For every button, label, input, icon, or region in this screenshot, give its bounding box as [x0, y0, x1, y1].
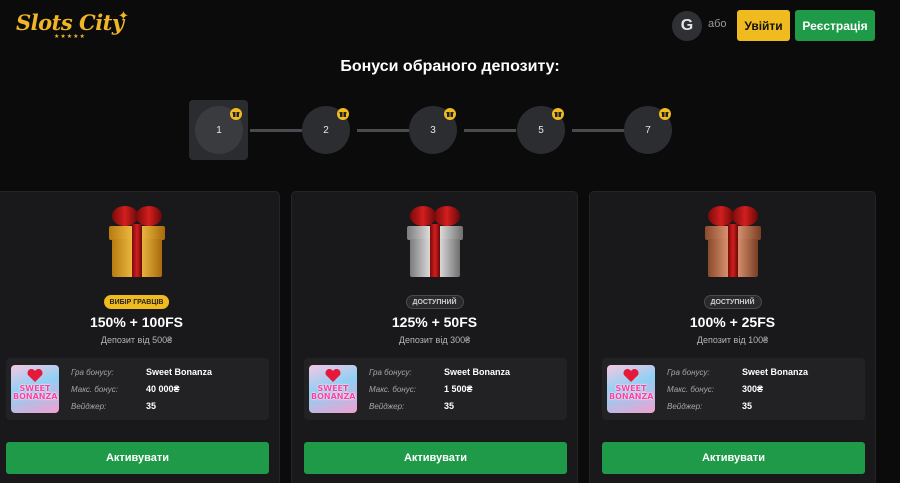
- wager-label: Вейджер:: [667, 402, 703, 411]
- bonus-offer: 100% + 25FS: [689, 314, 776, 330]
- logo-sparkle-icon: ✦: [118, 8, 129, 23]
- wager-label: Вейджер:: [369, 402, 405, 411]
- google-icon: G: [680, 17, 694, 34]
- min-deposit: Депозит від 300₴: [398, 335, 471, 345]
- step-connector: [250, 129, 302, 132]
- game-thumbnail[interactable]: SWEET BONANZA: [309, 365, 357, 413]
- min-deposit: Депозит від 500₴: [100, 335, 173, 345]
- google-login-button[interactable]: G: [672, 11, 702, 41]
- or-text: або: [708, 18, 727, 30]
- login-button[interactable]: Увійти: [737, 10, 790, 41]
- game-value: Sweet Bonanza: [742, 367, 809, 377]
- wager-label: Вейджер:: [71, 402, 107, 411]
- activate-button[interactable]: Активувати: [602, 442, 865, 474]
- step-label: 7: [645, 124, 651, 136]
- gift-badge-icon: [659, 108, 671, 120]
- silver-gift-icon: [406, 206, 463, 277]
- max-bonus-value: 300₴: [742, 384, 764, 394]
- min-deposit: Депозит від 100₴: [696, 335, 769, 345]
- step-connector: [357, 129, 409, 132]
- activate-button[interactable]: Активувати: [6, 442, 269, 474]
- game-thumbnail[interactable]: SWEET BONANZA: [11, 365, 59, 413]
- section-title: Бонуси обраного депозиту:: [340, 58, 560, 75]
- candy-heart-icon: [623, 369, 639, 382]
- bronze-gift-icon: [704, 206, 761, 277]
- game-thumbnail-title: SWEET BONANZA: [13, 384, 58, 401]
- deposit-steps: 1 2 3 5 7: [0, 100, 900, 162]
- status-badge: Доступний: [405, 295, 464, 309]
- activate-button[interactable]: Активувати: [304, 442, 567, 474]
- step-label: 2: [323, 124, 329, 136]
- step-label: 1: [216, 124, 222, 136]
- status-badge: Вибір гравців: [103, 295, 170, 309]
- game-label: Гра бонусу:: [667, 368, 710, 377]
- status-badge: Доступний: [703, 295, 762, 309]
- gift-badge-icon: [444, 108, 456, 120]
- game-thumbnail-title: SWEET BONANZA: [609, 384, 654, 401]
- header: Slots City ★★★★★ ✦ G або Увійти Реєстрац…: [0, 0, 900, 52]
- bonus-details: SWEET BONANZA Гра бонусу: Sweet Bonanza …: [304, 358, 567, 420]
- register-button[interactable]: Реєстрація: [795, 10, 875, 41]
- game-label: Гра бонусу:: [369, 368, 412, 377]
- wager-value: 35: [146, 401, 157, 411]
- gift-badge-icon: [337, 108, 349, 120]
- game-thumbnail-title: SWEET BONANZA: [311, 384, 356, 401]
- game-value: Sweet Bonanza: [146, 367, 213, 377]
- bonus-offer: 125% + 50FS: [391, 314, 478, 330]
- wager-value: 35: [742, 401, 753, 411]
- gold-gift-icon: [108, 206, 165, 277]
- wager-value: 35: [444, 401, 455, 411]
- max-bonus-value: 1 500₴: [444, 384, 473, 394]
- game-value: Sweet Bonanza: [444, 367, 511, 377]
- bonus-offer: 150% + 100FS: [89, 314, 183, 330]
- bonus-card: Доступний 100% + 25FS Депозит від 100₴ S…: [589, 191, 876, 483]
- logo[interactable]: Slots City ★★★★★ ✦: [14, 8, 134, 42]
- max-bonus-label: Макс. бонус:: [667, 385, 714, 394]
- max-bonus-value: 40 000₴: [146, 384, 180, 394]
- candy-heart-icon: [27, 369, 43, 382]
- logo-stars: ★★★★★: [54, 34, 86, 40]
- gift-badge-icon: [230, 108, 242, 120]
- step-label: 5: [538, 124, 544, 136]
- max-bonus-label: Макс. бонус:: [369, 385, 416, 394]
- game-thumbnail[interactable]: SWEET BONANZA: [607, 365, 655, 413]
- logo-text: Slots City: [16, 10, 124, 35]
- bonus-details: SWEET BONANZA Гра бонусу: Sweet Bonanza …: [6, 358, 269, 420]
- candy-heart-icon: [325, 369, 341, 382]
- bonus-details: SWEET BONANZA Гра бонусу: Sweet Bonanza …: [602, 358, 865, 420]
- step-connector: [464, 129, 516, 132]
- max-bonus-label: Макс. бонус:: [71, 385, 118, 394]
- step-label: 3: [430, 124, 436, 136]
- step-connector: [572, 129, 624, 132]
- bonus-card: Доступний 125% + 50FS Депозит від 300₴ S…: [291, 191, 578, 483]
- gift-badge-icon: [552, 108, 564, 120]
- bonus-card: Вибір гравців 150% + 100FS Депозит від 5…: [0, 191, 280, 483]
- game-label: Гра бонусу:: [71, 368, 114, 377]
